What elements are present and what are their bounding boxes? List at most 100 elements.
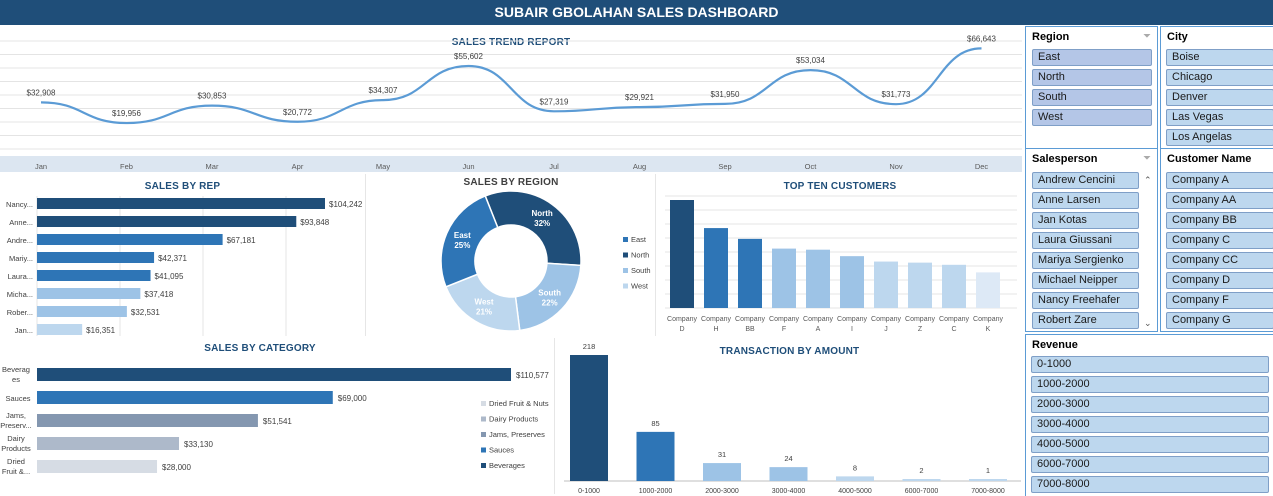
city-slicer-item[interactable]: Los Angelas	[1166, 129, 1273, 146]
customer-slicer-item[interactable]: Company BB	[1166, 212, 1273, 229]
rep-value-label: $32,531	[131, 308, 160, 317]
chevron-down-icon[interactable]: ⌄	[1144, 318, 1152, 329]
filter-clear-icon[interactable]: ⏷	[1143, 31, 1151, 42]
customer-bar	[704, 228, 728, 308]
customer-slicer-item[interactable]: Company AA	[1166, 192, 1273, 209]
revenue-slicer-item[interactable]: 1000-2000	[1031, 376, 1269, 393]
region-slice-name: South	[538, 288, 561, 297]
transaction-value-label: 8	[853, 463, 857, 472]
trend-data-label: $20,772	[283, 108, 312, 117]
region-legend-swatch	[623, 283, 628, 289]
transaction-bar	[636, 431, 675, 481]
customer-label-line1: Company	[973, 316, 1003, 323]
customer-slicer-item[interactable]: Company F	[1166, 292, 1273, 309]
trend-month-label: Mar	[206, 162, 219, 171]
sales-by-rep-panel: SALES BY REP $104,242 Nancy... $93,848 Anne…	[0, 174, 366, 336]
customer-slicer-item[interactable]: Company A	[1166, 172, 1273, 189]
region-slicer-item[interactable]: East	[1032, 49, 1152, 66]
category-value-label: $110,577	[516, 371, 549, 380]
transaction-category-label: 4000-5000	[838, 488, 872, 495]
region-slicer-item[interactable]: North	[1032, 69, 1152, 86]
trend-month-label: Feb	[120, 162, 133, 171]
customer-slicer-item[interactable]: Company C	[1166, 232, 1273, 249]
region-slicer-item[interactable]: South	[1032, 89, 1152, 106]
salesperson-slicer-item[interactable]: Anne Larsen	[1032, 192, 1139, 209]
trend-data-label: $55,602	[454, 52, 483, 61]
sales-by-category-chart: $110,577 Beverages $69,000 Sauces $51,541 Jam…	[0, 365, 549, 476]
sales-by-rep-chart: $104,242 Nancy... $93,848 Anne... $67,181 And…	[6, 196, 363, 336]
salesperson-slicer-item[interactable]: Laura Giussani	[1032, 232, 1139, 249]
transaction-category-label: 0-1000	[578, 488, 600, 495]
customer-label-line1: Company	[769, 316, 799, 323]
customer-label-line2: F	[782, 326, 786, 333]
customer-slicer[interactable]: Customer Name Company A Company AA Company…	[1160, 148, 1273, 332]
city-slicer-item[interactable]: Las Vegas	[1166, 109, 1273, 126]
category-legend-label: Beverages	[489, 461, 525, 470]
trend-data-label: $19,956	[112, 109, 141, 118]
salesperson-scrollbar[interactable]: ⌃ ⌄	[1143, 175, 1155, 329]
customer-label-line1: Company	[939, 316, 969, 323]
revenue-slicer-item[interactable]: 7000-8000	[1031, 476, 1269, 493]
filter-clear-icon[interactable]: ⏷	[1143, 153, 1151, 164]
category-legend-swatch	[481, 447, 486, 453]
revenue-slicer-item[interactable]: 2000-3000	[1031, 396, 1269, 413]
salesperson-slicer-item[interactable]: Jan Kotas	[1032, 212, 1139, 229]
region-slice-pct: 21%	[476, 308, 492, 317]
customer-label-line2: C	[951, 326, 956, 333]
salesperson-slicer[interactable]: Salesperson ⏷ Andrew Cencini Anne Larsen J…	[1025, 148, 1158, 332]
region-slicer[interactable]: Region ⏷ East North South West	[1025, 26, 1158, 150]
trend-month-label: Apr	[292, 162, 304, 171]
salesperson-slicer-item[interactable]: Mariya Sergienko	[1032, 252, 1139, 269]
category-bar	[37, 437, 180, 450]
rep-name-label: Nancy...	[6, 200, 33, 209]
trend-month-label: Jul	[549, 162, 559, 171]
trend-data-label: $31,773	[882, 90, 911, 99]
region-legend-swatch	[623, 268, 628, 273]
revenue-slicer-item[interactable]: 3000-4000	[1031, 416, 1269, 433]
trend-month-label: Jun	[462, 162, 474, 171]
city-slicer-item[interactable]: Denver	[1166, 89, 1273, 106]
customer-slicer-item[interactable]: Company CC	[1166, 252, 1273, 269]
category-legend-swatch	[481, 416, 486, 422]
region-slice-pct: 32%	[534, 219, 550, 228]
region-slice-pct: 22%	[542, 298, 558, 307]
revenue-slicer-item[interactable]: 0-1000	[1031, 356, 1269, 373]
region-slicer-item[interactable]: West	[1032, 109, 1152, 126]
chevron-up-icon[interactable]: ⌃	[1144, 175, 1152, 186]
rep-name-label: Mariy...	[9, 254, 33, 263]
category-legend-label: Dairy Products	[489, 415, 538, 424]
city-slicer[interactable]: City Boise Chicago Denver Las Vegas Los Ange…	[1160, 26, 1273, 150]
salesperson-slicer-item[interactable]: Andrew Cencini	[1032, 172, 1139, 189]
transaction-category-label: 2000-3000	[705, 488, 739, 495]
rep-name-label: Andre...	[7, 236, 33, 245]
rep-bar	[37, 288, 141, 299]
city-slicer-item[interactable]: Boise	[1166, 49, 1273, 66]
transaction-value-label: 1	[986, 466, 990, 475]
rep-bar	[37, 234, 223, 245]
trend-data-label: $34,307	[369, 86, 398, 95]
rep-name-label: Anne...	[9, 218, 33, 227]
salesperson-slicer-item[interactable]: Michael Neipper	[1032, 272, 1139, 289]
customer-label-line2: H	[713, 326, 718, 333]
revenue-slicer[interactable]: Revenue 0-1000 1000-2000 2000-3000 3000-400…	[1025, 334, 1273, 496]
dashboard: SUBAIR GBOLAHAN SALES DASHBOARD SALES TR…	[0, 0, 1273, 496]
customer-slicer-item[interactable]: Company G	[1166, 312, 1273, 329]
trend-data-label: $66,643	[967, 34, 996, 43]
salesperson-slicer-item[interactable]: Robert Zare	[1032, 312, 1139, 329]
transaction-bar	[969, 479, 1007, 481]
salesperson-slicer-item[interactable]: Nancy Freehafer	[1032, 292, 1139, 309]
customer-slicer-item[interactable]: Company D	[1166, 272, 1273, 289]
city-slicer-item[interactable]: Chicago	[1166, 69, 1273, 86]
rep-value-label: $16,351	[86, 326, 115, 335]
customer-label-line1: Company	[701, 316, 731, 323]
customer-bar	[976, 272, 1000, 308]
customer-label-line2: Z	[918, 326, 923, 333]
revenue-slicer-item[interactable]: 6000-7000	[1031, 456, 1269, 473]
customer-label-line1: Company	[871, 316, 901, 323]
category-name-label: Fruit &...	[2, 467, 30, 476]
region-legend-swatch	[623, 237, 628, 242]
transaction-category-label: 6000-7000	[905, 488, 939, 495]
customer-label-line2: BB	[745, 326, 755, 333]
customer-label-line2: A	[816, 326, 821, 333]
revenue-slicer-item[interactable]: 4000-5000	[1031, 436, 1269, 453]
